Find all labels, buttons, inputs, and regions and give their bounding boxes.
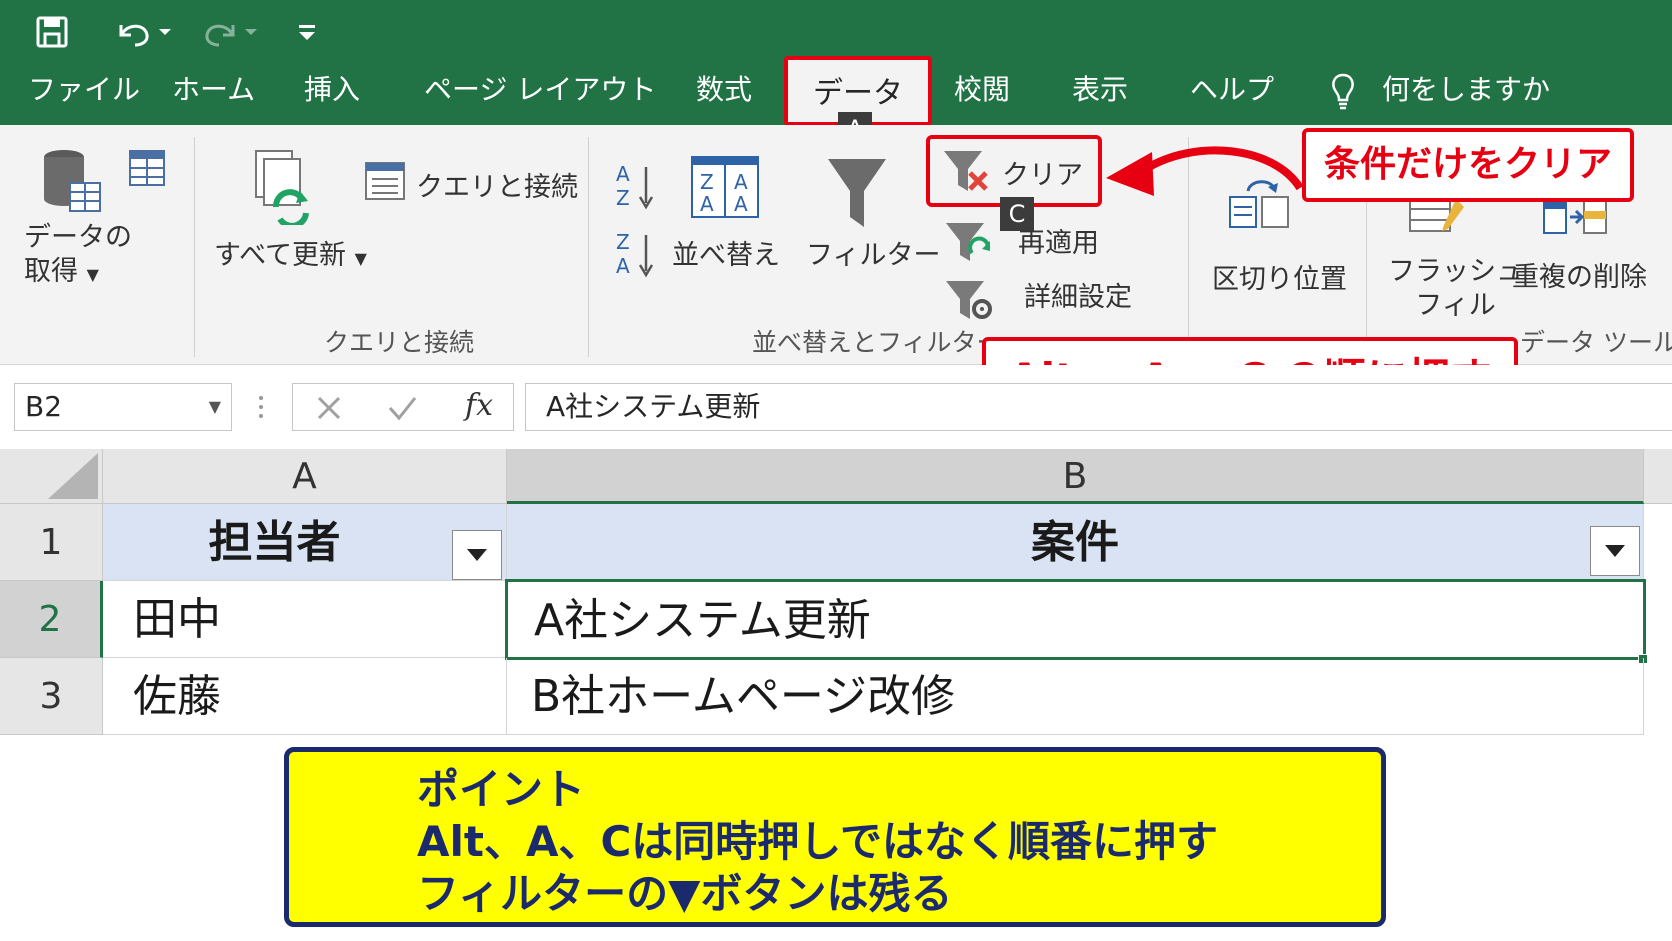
cell-b2-selected[interactable]: A社システム更新 <box>505 579 1646 660</box>
row-header-2[interactable]: 2 <box>0 581 103 658</box>
reapply-icon <box>944 219 994 269</box>
cell-a2[interactable]: 田中 <box>103 581 507 658</box>
filter-dropdown-button-b[interactable] <box>1590 526 1640 576</box>
formula-input[interactable]: A社システム更新 <box>525 383 1672 431</box>
sort-descending-icon[interactable]: ZA <box>614 229 658 283</box>
database-icon <box>40 149 102 219</box>
red-arrow-icon <box>1104 138 1304 208</box>
chevron-down-icon: ▼ <box>86 265 99 284</box>
group-separator <box>588 137 589 357</box>
filter-dropdown-button-a[interactable] <box>452 530 502 580</box>
sort-ascending-icon[interactable]: AZ <box>614 161 658 215</box>
tab-home[interactable]: ホーム <box>172 66 255 114</box>
cell-b1[interactable]: 案件 <box>507 504 1644 581</box>
column-header-a[interactable]: A <box>103 449 507 504</box>
flash-fill-button[interactable]: フラッシュ フィル <box>1388 255 1523 323</box>
enter-check-icon[interactable] <box>387 394 417 426</box>
name-box[interactable]: B2 ▼ <box>14 383 232 431</box>
group-separator <box>194 137 195 357</box>
sort-button[interactable]: 並べ替え <box>672 233 780 272</box>
point-line-1: Alt、A、Cは同時押しではなく順番に押す <box>417 817 1219 866</box>
svg-text:A: A <box>616 254 630 278</box>
remove-duplicates-button[interactable]: 重複の削除 <box>1512 255 1647 294</box>
filter-funnel-icon <box>826 157 888 233</box>
remove-duplicates-icon <box>1542 197 1608 241</box>
lightbulb-icon <box>1326 70 1360 114</box>
point-line-2: フィルターの▼ボタンは残る <box>417 869 953 918</box>
table-icon[interactable] <box>128 149 166 191</box>
get-data-button[interactable]: データの 取得 ▼ <box>24 221 132 292</box>
tab-page-layout[interactable]: ページ レイアウト <box>424 66 656 114</box>
svg-text:A: A <box>700 192 714 216</box>
refresh-all-button[interactable]: すべて更新 ▼ <box>214 233 367 272</box>
column-header-b[interactable]: B <box>507 449 1644 504</box>
filter-button[interactable]: フィルター <box>806 233 940 272</box>
undo-icon[interactable] <box>108 10 178 54</box>
svg-text:Z: Z <box>616 186 630 210</box>
refresh-icon <box>250 149 320 229</box>
formula-buttons: fx <box>292 383 514 431</box>
point-note: ポイント Alt、A、Cは同時押しではなく順番に押す フィルターの▼ボタンは残る <box>284 747 1386 927</box>
text-to-columns-button[interactable]: 区切り位置 <box>1212 257 1347 296</box>
group-title-queries: クエリと接続 <box>324 328 475 357</box>
tell-me-search[interactable]: 何をしますか <box>1382 66 1550 114</box>
group-title-data-tools: データ ツール <box>1520 328 1672 357</box>
clear-filter-icon <box>942 147 990 199</box>
chevron-down-icon[interactable]: ▼ <box>209 384 221 430</box>
formula-bar: B2 ▼ fx A社システム更新 <box>0 365 1672 447</box>
cell-b3[interactable]: B社ホームページ改修 <box>507 658 1644 735</box>
reapply-button[interactable]: 再適用 <box>1018 221 1099 260</box>
save-icon[interactable] <box>30 10 74 54</box>
chevron-down-icon: ▼ <box>354 249 367 268</box>
select-all-corner[interactable] <box>0 449 103 504</box>
svg-text:A: A <box>734 170 748 194</box>
tab-insert[interactable]: 挿入 <box>304 66 360 114</box>
point-title: ポイント <box>417 765 586 814</box>
advanced-button[interactable]: 詳細設定 <box>1024 275 1132 314</box>
sort-dialog-icon: ZAAA <box>690 155 760 223</box>
callout-clear-only: 条件だけをクリア <box>1302 128 1634 202</box>
svg-text:A: A <box>734 192 748 216</box>
tab-help[interactable]: ヘルプ <box>1190 66 1274 114</box>
tab-review[interactable]: 校閲 <box>954 66 1010 114</box>
svg-text:Z: Z <box>700 170 714 194</box>
queries-icon <box>364 161 406 205</box>
svg-text:Z: Z <box>616 230 630 254</box>
redo-icon[interactable] <box>194 10 264 54</box>
row-header-3[interactable]: 3 <box>0 658 103 735</box>
tab-file[interactable]: ファイル <box>28 66 140 114</box>
clear-label: クリア <box>1002 160 1083 191</box>
more-options-icon <box>258 395 264 423</box>
cell-a3[interactable]: 佐藤 <box>103 658 507 735</box>
queries-connections-button[interactable]: クエリと接続 <box>416 165 578 204</box>
insert-function-icon[interactable]: fx <box>465 388 493 423</box>
row-header-1[interactable]: 1 <box>0 504 103 581</box>
worksheet-grid: A B 1 2 3 担当者 案件 田中 A社システム更新 佐藤 B社ホームページ… <box>0 449 1672 737</box>
advanced-filter-icon <box>944 277 994 327</box>
svg-text:A: A <box>616 162 630 186</box>
tab-view[interactable]: 表示 <box>1072 66 1128 114</box>
cell-a1[interactable]: 担当者 <box>103 504 507 581</box>
tab-formulas[interactable]: 数式 <box>696 66 752 114</box>
group-title-sort-filter: 並べ替えとフィルター <box>752 328 1002 357</box>
customize-qat-icon[interactable] <box>290 10 324 54</box>
cancel-icon[interactable] <box>315 394 343 426</box>
column-header-rest <box>1644 449 1672 504</box>
